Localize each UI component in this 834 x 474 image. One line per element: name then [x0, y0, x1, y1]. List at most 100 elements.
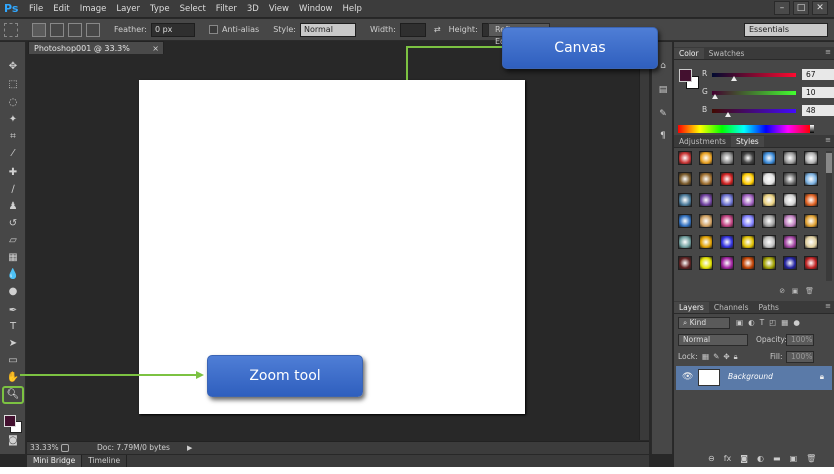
style-preset-swatch[interactable]: [678, 214, 692, 228]
panel-menu-icon[interactable]: ≡: [825, 48, 831, 56]
move-tool-icon[interactable]: ✥: [5, 60, 21, 74]
fill-input[interactable]: 100%: [786, 351, 814, 363]
history-panel-icon[interactable]: ⌂: [656, 60, 670, 72]
properties-panel-icon[interactable]: ▤: [656, 84, 670, 96]
layer-filter-select[interactable]: ⌕ Kind: [678, 317, 730, 329]
style-preset-swatch[interactable]: [783, 151, 797, 165]
adjustment-layer-icon[interactable]: ◐: [757, 454, 764, 463]
zoom-tool-icon[interactable]: 🔍︎: [5, 388, 21, 402]
style-preset-swatch[interactable]: [720, 235, 734, 249]
style-preset-swatch[interactable]: [678, 193, 692, 207]
style-preset-swatch[interactable]: [741, 151, 755, 165]
black-white-ramp[interactable]: [810, 125, 814, 133]
add-selection-icon[interactable]: [50, 22, 64, 37]
menu-help[interactable]: Help: [338, 0, 367, 18]
style-preset-swatch[interactable]: [804, 256, 818, 270]
tab-paths[interactable]: Paths: [754, 302, 784, 313]
menu-view[interactable]: View: [264, 0, 294, 18]
style-preset-swatch[interactable]: [741, 193, 755, 207]
healing-brush-tool-icon[interactable]: ✚: [5, 166, 21, 180]
panel-foreground-swatch[interactable]: [679, 69, 692, 82]
style-preset-swatch[interactable]: [804, 193, 818, 207]
layer-filter-icons[interactable]: ▣◐T◰▦●: [736, 316, 805, 329]
magic-wand-tool-icon[interactable]: ✦: [5, 113, 21, 127]
color-spectrum-ramp[interactable]: [678, 125, 810, 133]
tab-layers[interactable]: Layers: [674, 302, 709, 313]
minimize-button[interactable]: –: [774, 1, 790, 15]
menu-type[interactable]: Type: [145, 0, 175, 18]
style-preset-swatch[interactable]: [678, 151, 692, 165]
style-preset-swatch[interactable]: [804, 214, 818, 228]
menu-image[interactable]: Image: [75, 0, 112, 18]
hand-tool-icon[interactable]: ✋: [5, 371, 21, 385]
style-preset-swatch[interactable]: [762, 151, 776, 165]
quick-mask-icon[interactable]: ◙: [5, 434, 21, 448]
status-menu-arrow-icon[interactable]: ▶: [187, 442, 192, 454]
style-preset-swatch[interactable]: [804, 235, 818, 249]
green-slider-track[interactable]: [712, 91, 796, 95]
new-style-icon[interactable]: ▣: [792, 287, 799, 295]
blend-mode-select[interactable]: Normal: [678, 334, 748, 346]
style-preset-swatch[interactable]: [762, 235, 776, 249]
clear-style-icon[interactable]: ⊘: [779, 287, 785, 295]
document-tab[interactable]: Photoshop001 @ 33.3% (RGB/8) ×: [28, 41, 164, 66]
styles-scroll-thumb[interactable]: [826, 153, 832, 173]
pen-tool-icon[interactable]: ✒: [5, 304, 21, 318]
clone-stamp-tool-icon[interactable]: ♟: [5, 200, 21, 214]
crop-tool-icon[interactable]: ⌗: [5, 130, 21, 144]
style-preset-swatch[interactable]: [699, 193, 713, 207]
tab-adjustments[interactable]: Adjustments: [674, 136, 731, 147]
style-preset-swatch[interactable]: [699, 214, 713, 228]
layer-mask-icon[interactable]: ◙: [740, 454, 748, 463]
style-preset-swatch[interactable]: [804, 172, 818, 186]
panel-menu-icon[interactable]: ≡: [825, 302, 831, 310]
type-tool-icon[interactable]: T: [5, 320, 21, 334]
style-preset-swatch[interactable]: [762, 193, 776, 207]
style-preset-swatch[interactable]: [741, 214, 755, 228]
layer-row-background[interactable]: 👁︎ Background 🔒︎: [676, 366, 832, 390]
status-info-icon[interactable]: [61, 444, 69, 452]
style-preset-swatch[interactable]: [783, 172, 797, 186]
menu-file[interactable]: File: [24, 0, 48, 18]
character-panel-icon[interactable]: ¶: [656, 130, 670, 142]
menu-3d[interactable]: 3D: [242, 0, 264, 18]
green-slider-thumb[interactable]: [712, 94, 719, 99]
style-preset-swatch[interactable]: [678, 256, 692, 270]
antialias-checkbox[interactable]: [208, 25, 218, 34]
style-preset-swatch[interactable]: [762, 172, 776, 186]
subtract-selection-icon[interactable]: [68, 22, 82, 37]
style-preset-swatch[interactable]: [762, 214, 776, 228]
red-value-input[interactable]: 67: [802, 69, 834, 80]
opacity-input[interactable]: 100%: [786, 334, 814, 346]
tab-timeline[interactable]: Timeline: [82, 455, 128, 467]
style-preset-swatch[interactable]: [804, 151, 818, 165]
eyedropper-tool-icon[interactable]: ⁄: [5, 147, 21, 161]
gradient-tool-icon[interactable]: ▦: [5, 251, 21, 265]
marquee-tool-icon[interactable]: ⬚: [5, 78, 21, 92]
style-preset-swatch[interactable]: [678, 235, 692, 249]
document-scrollbar[interactable]: [639, 54, 649, 440]
lock-icons[interactable]: ▦✎✥🔒︎: [702, 350, 742, 363]
history-brush-tool-icon[interactable]: ↺: [5, 217, 21, 231]
lasso-tool-icon[interactable]: ◌: [5, 96, 21, 110]
style-preset-swatch[interactable]: [720, 172, 734, 186]
tab-channels[interactable]: Channels: [709, 302, 754, 313]
style-preset-swatch[interactable]: [699, 235, 713, 249]
width-input[interactable]: [399, 22, 426, 37]
dodge-tool-icon[interactable]: ●: [5, 285, 21, 299]
foreground-color-swatch[interactable]: [4, 415, 16, 427]
style-preset-swatch[interactable]: [720, 151, 734, 165]
panel-menu-icon[interactable]: ≡: [825, 136, 831, 144]
styles-scrollbar[interactable]: [826, 151, 832, 281]
tab-mini-bridge[interactable]: Mini Bridge: [27, 455, 83, 467]
style-preset-swatch[interactable]: [741, 172, 755, 186]
style-preset-swatch[interactable]: [783, 214, 797, 228]
tab-swatches[interactable]: Swatches: [704, 48, 750, 59]
blue-slider-thumb[interactable]: [724, 112, 731, 117]
style-preset-swatch[interactable]: [741, 235, 755, 249]
brush-panel-icon[interactable]: ✎: [656, 108, 670, 120]
style-preset-swatch[interactable]: [699, 151, 713, 165]
style-preset-swatch[interactable]: [678, 172, 692, 186]
style-preset-swatch[interactable]: [720, 214, 734, 228]
red-slider-track[interactable]: [712, 73, 796, 77]
